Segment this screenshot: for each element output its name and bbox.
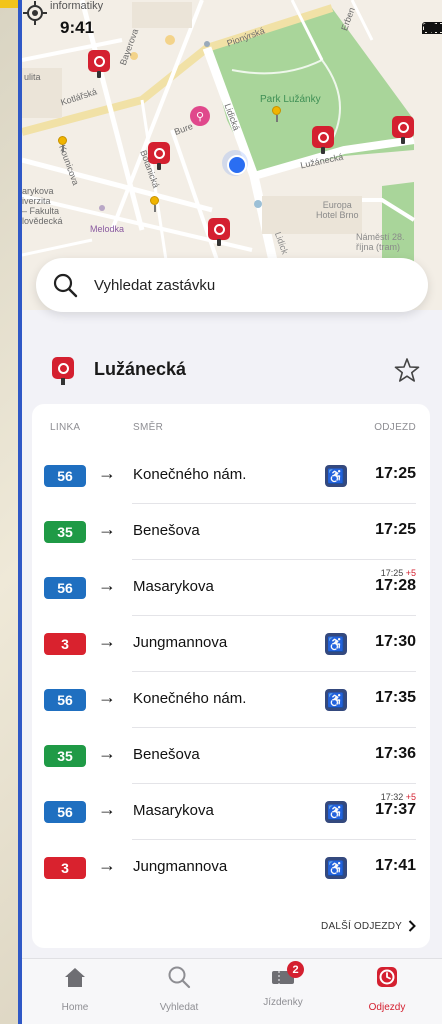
wheelchair-icon: ♿ xyxy=(325,857,347,879)
column-header-direction: SMĚR xyxy=(133,422,164,433)
home-icon xyxy=(65,968,85,987)
map-stop-marker[interactable] xyxy=(88,50,110,78)
map-poi-pin[interactable] xyxy=(150,196,159,212)
departure-row[interactable]: 56 → Masarykova ♿ 17:32 +5 17:37 xyxy=(32,784,430,840)
bike-share-icon[interactable]: ⚲ xyxy=(190,106,210,126)
battery-icon xyxy=(422,22,442,34)
departure-time: 17:41 xyxy=(375,857,416,874)
tab-tickets[interactable]: 2 Jízdenky xyxy=(238,961,328,1008)
locate-me-icon[interactable] xyxy=(22,0,48,26)
wheelchair-icon: ♿ xyxy=(325,465,347,487)
favorite-star-icon[interactable] xyxy=(394,357,420,383)
tab-home[interactable]: Home xyxy=(30,965,120,1013)
line-badge: 3 xyxy=(44,633,86,655)
direction-arrow-icon: → xyxy=(98,631,116,651)
tab-bar: Home Vyhledat 2 Jízdenky Odjezdy xyxy=(22,958,442,1024)
stop-search-bar[interactable]: Vyhledat zastávku xyxy=(36,258,428,312)
direction-arrow-icon: → xyxy=(98,855,116,875)
departure-time-block: 17:25 +5 17:28 xyxy=(375,568,416,595)
departure-time: 17:30 xyxy=(375,633,416,650)
map-label-melodka: Melodka xyxy=(90,224,125,234)
direction-arrow-icon: → xyxy=(98,575,116,595)
search-placeholder[interactable]: Vyhledat zastávku xyxy=(94,277,215,294)
direction-arrow-icon: → xyxy=(98,799,116,819)
stop-sign-icon xyxy=(52,357,74,385)
line-badge: 56 xyxy=(44,801,86,823)
status-source: informatiky xyxy=(50,0,104,12)
more-departures-label: DALŠÍ ODJEZDY xyxy=(321,920,402,932)
departure-row[interactable]: 56 → Konečného nám. ♿ 17:25 xyxy=(32,448,430,504)
stop-name: Lužánecká xyxy=(94,359,187,379)
column-header-line: LINKA xyxy=(50,422,81,433)
line-badge: 56 xyxy=(44,577,86,599)
status-time: 9:41 xyxy=(60,18,95,37)
wheelchair-icon: ♿ xyxy=(325,689,347,711)
line-badge: 56 xyxy=(44,465,86,487)
map-label-park: Park Lužánky xyxy=(260,94,321,105)
departure-time: 17:36 xyxy=(375,745,416,762)
direction-arrow-icon: → xyxy=(98,519,116,539)
departure-row[interactable]: 35 → Benešova 17:25 xyxy=(32,504,430,560)
departure-row[interactable]: 35 → Benešova 17:36 xyxy=(32,728,430,784)
app-screen: informatiky 9:41 Pionýrská Erben Bayerov… xyxy=(22,0,442,1024)
departure-time: 17:28 xyxy=(375,577,416,594)
destination-label: Jungmannova xyxy=(133,858,228,875)
map-stop-marker[interactable] xyxy=(312,126,334,154)
map-label-ulita: ulita xyxy=(24,72,41,82)
tickets-badge: 2 xyxy=(287,961,304,978)
clock-icon xyxy=(377,967,397,987)
departure-time-block: 17:32 +5 17:37 xyxy=(375,792,416,819)
line-badge: 56 xyxy=(44,689,86,711)
chevron-right-icon xyxy=(408,920,416,932)
direction-arrow-icon: → xyxy=(98,463,116,483)
current-location-dot xyxy=(222,150,248,176)
destination-label: Masarykova xyxy=(133,578,214,595)
destination-label: Jungmannova xyxy=(133,634,228,651)
line-badge: 3 xyxy=(44,857,86,879)
departure-time: 17:35 xyxy=(375,689,416,706)
wheelchair-icon: ♿ xyxy=(325,801,347,823)
tab-label-search: Vyhledat xyxy=(159,1002,199,1013)
tab-label-departures: Odjezdy xyxy=(368,1002,406,1013)
search-icon xyxy=(53,273,78,298)
destination-label: Masarykova xyxy=(133,802,214,819)
destination-label: Konečného nám. xyxy=(133,466,247,483)
line-badge: 35 xyxy=(44,745,86,767)
map-poi-pin[interactable] xyxy=(58,136,67,152)
map-stop-marker[interactable] xyxy=(208,218,230,246)
map-stop-marker[interactable] xyxy=(392,116,414,144)
departure-row[interactable]: 56 → Masarykova 17:25 +5 17:28 xyxy=(32,560,430,616)
map-poi-pin[interactable] xyxy=(272,106,281,122)
map-stop-marker[interactable] xyxy=(148,142,170,170)
departure-time: 17:37 xyxy=(375,801,416,818)
departure-time: 17:25 xyxy=(375,465,416,482)
tab-label-home: Home xyxy=(61,1002,89,1013)
direction-arrow-icon: → xyxy=(98,743,116,763)
departure-row[interactable]: 3 → Jungmannova ♿ 17:30 xyxy=(32,616,430,672)
map-label-europa: Europa Hotel Brno xyxy=(316,200,359,220)
search-icon xyxy=(168,966,191,989)
column-header-departure: ODJEZD xyxy=(374,422,416,433)
wheelchair-icon: ♿ xyxy=(325,633,347,655)
destination-label: Konečného nám. xyxy=(133,690,247,707)
destination-label: Benešova xyxy=(133,746,200,763)
more-departures-button[interactable]: DALŠÍ ODJEZDY xyxy=(321,920,416,932)
tab-departures[interactable]: Odjezdy xyxy=(342,965,432,1013)
stop-header: Lužánecká xyxy=(22,345,442,395)
direction-arrow-icon: → xyxy=(98,687,116,707)
departure-row[interactable]: 3 → Jungmannova ♿ 17:41 xyxy=(32,840,430,896)
departure-time: 17:25 xyxy=(375,521,416,538)
map-label-namesti: Náměstí 28. října (tram) xyxy=(356,232,405,252)
tab-search[interactable]: Vyhledat xyxy=(134,965,224,1013)
departures-card: LINKA SMĚR ODJEZD 56 → Konečného nám. ♿ 17:2… xyxy=(32,404,430,948)
destination-label: Benešova xyxy=(133,522,200,539)
tab-label-tickets: Jízdenky xyxy=(263,997,303,1008)
map-label-univerzita: arykova iverzita – Fakulta lovědecká xyxy=(22,186,63,226)
line-badge: 35 xyxy=(44,521,86,543)
departure-row[interactable]: 56 → Konečného nám. ♿ 17:35 xyxy=(32,672,430,728)
